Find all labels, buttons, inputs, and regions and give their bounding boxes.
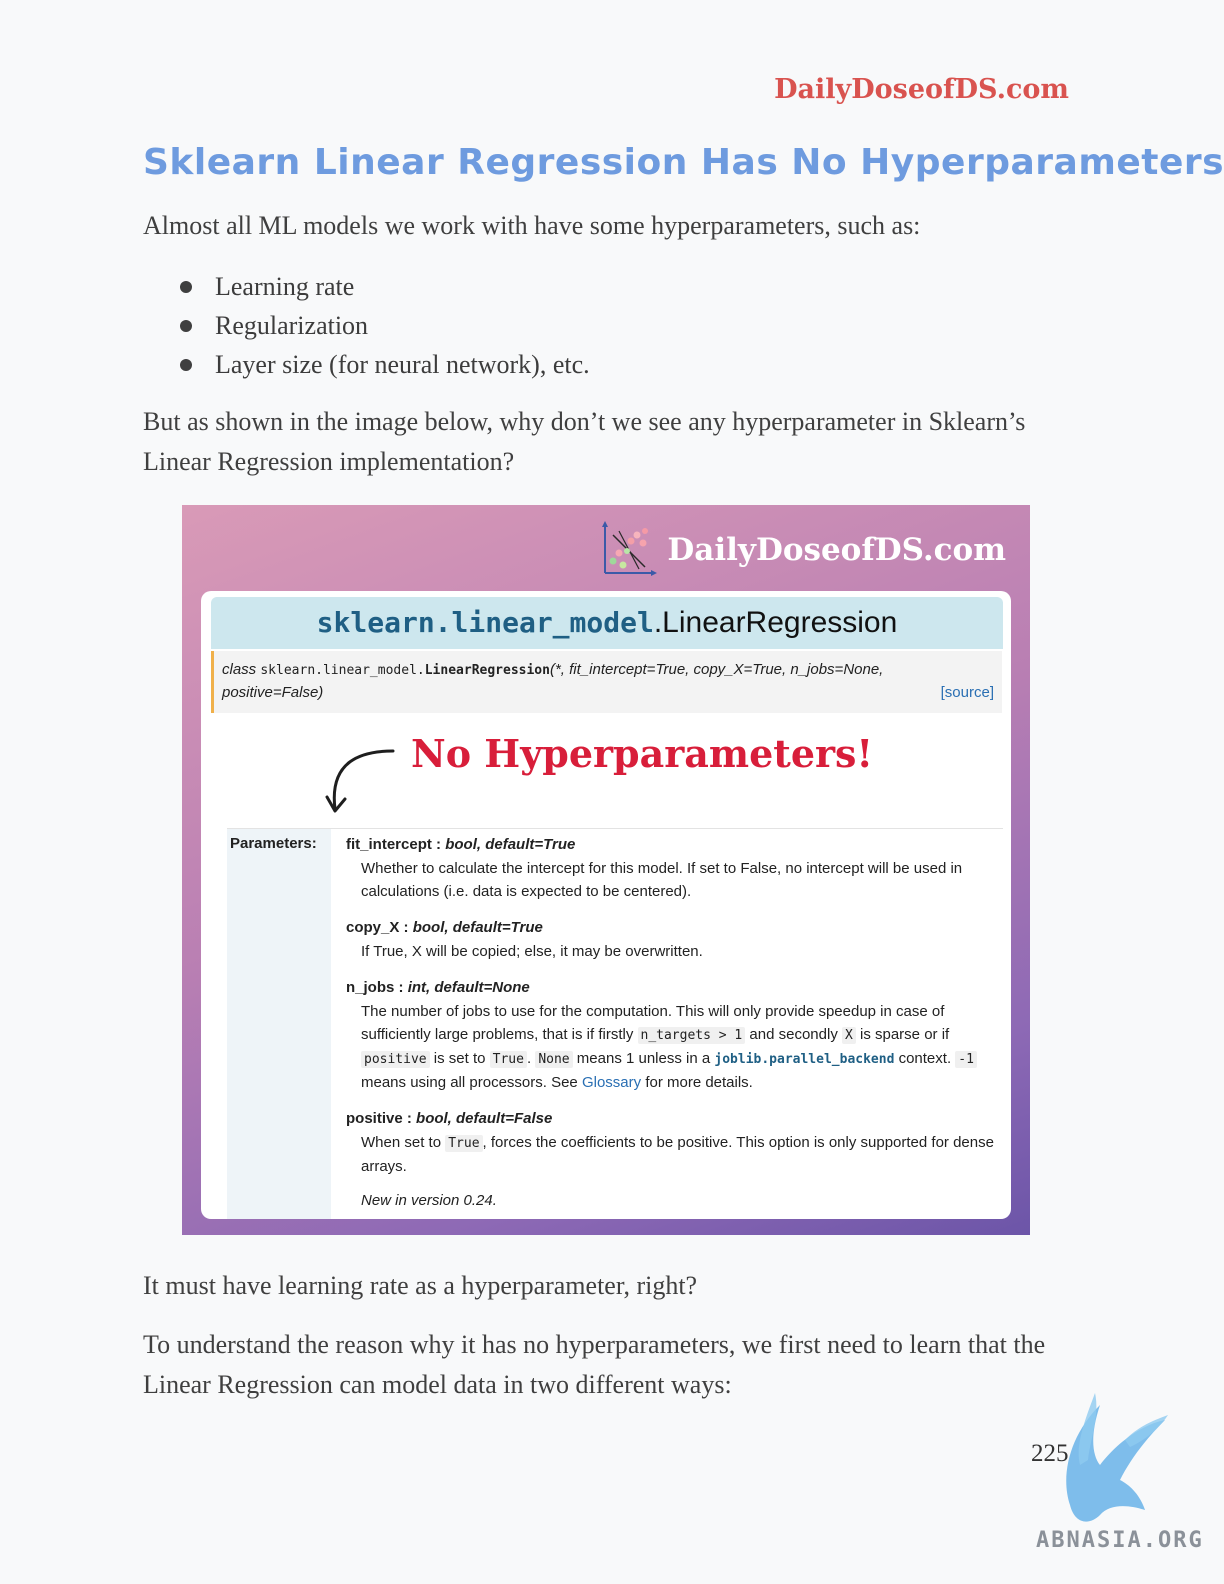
class-banner: sklearn.linear_model.LinearRegression bbox=[211, 597, 1003, 649]
parameters-heading: Parameters: bbox=[230, 835, 317, 852]
param-positive: positive : bool, default=False When set … bbox=[346, 1109, 1006, 1209]
scatter-plot-logo-icon bbox=[602, 521, 658, 576]
figure-logo-text: DailyDoseofDS.com bbox=[667, 532, 1006, 568]
curved-arrow-icon bbox=[325, 749, 395, 813]
list-item: Learning rate bbox=[180, 267, 590, 306]
list-item: Layer size (for neural network), etc. bbox=[180, 345, 590, 384]
version-note: New in version 0.24. bbox=[361, 1192, 497, 1209]
joblib-link[interactable]: joblib.parallel_backend bbox=[714, 1052, 894, 1067]
glossary-link[interactable]: Glossary bbox=[582, 1074, 641, 1091]
sklearn-docs-figure: DailyDoseofDS.com sklearn.linear_model.L… bbox=[182, 505, 1030, 1235]
divider bbox=[227, 828, 1003, 829]
doc-card: sklearn.linear_model.LinearRegression cl… bbox=[201, 591, 1011, 1219]
followup-paragraph: It must have learning rate as a hyperpar… bbox=[143, 1271, 698, 1300]
watermark-text: ABNASIA.ORG bbox=[1036, 1528, 1204, 1553]
conclusion-paragraph: To understand the reason why it has no h… bbox=[143, 1330, 1046, 1399]
source-link[interactable]: [source] bbox=[941, 684, 994, 701]
param-copy-x: copy_X : bool, default=True If True, X w… bbox=[346, 919, 703, 960]
page-title: Sklearn Linear Regression Has No Hyperpa… bbox=[143, 142, 1224, 183]
param-n-jobs: n_jobs : int, default=None The number of… bbox=[346, 978, 1006, 1094]
param-fit-intercept: fit_intercept : bool, default=True Wheth… bbox=[346, 836, 963, 900]
callout-text: No Hyperparameters! bbox=[411, 731, 874, 776]
params-label-column bbox=[227, 829, 331, 1219]
figure-logo: DailyDoseofDS.com bbox=[599, 521, 1006, 579]
bullet-icon bbox=[180, 320, 192, 332]
module-name: sklearn.linear_model bbox=[316, 606, 654, 639]
bullet-icon bbox=[180, 359, 192, 371]
class-name: .LinearRegression bbox=[653, 606, 898, 639]
hyperparameter-list: Learning rate Regularization Layer size … bbox=[180, 267, 590, 384]
bullet-icon bbox=[180, 281, 192, 293]
intro-paragraph: Almost all ML models we work with have s… bbox=[143, 211, 921, 240]
parameters-list: fit_intercept : bool, default=True Wheth… bbox=[346, 835, 1006, 1219]
question-paragraph: But as shown in the image below, why don… bbox=[143, 407, 1026, 476]
page-number: 225 bbox=[1031, 1440, 1069, 1467]
list-item: Regularization bbox=[180, 306, 590, 345]
header-brand: DailyDoseofDS.com bbox=[774, 74, 1069, 105]
class-signature: class sklearn.linear_model.LinearRegress… bbox=[211, 651, 1002, 713]
